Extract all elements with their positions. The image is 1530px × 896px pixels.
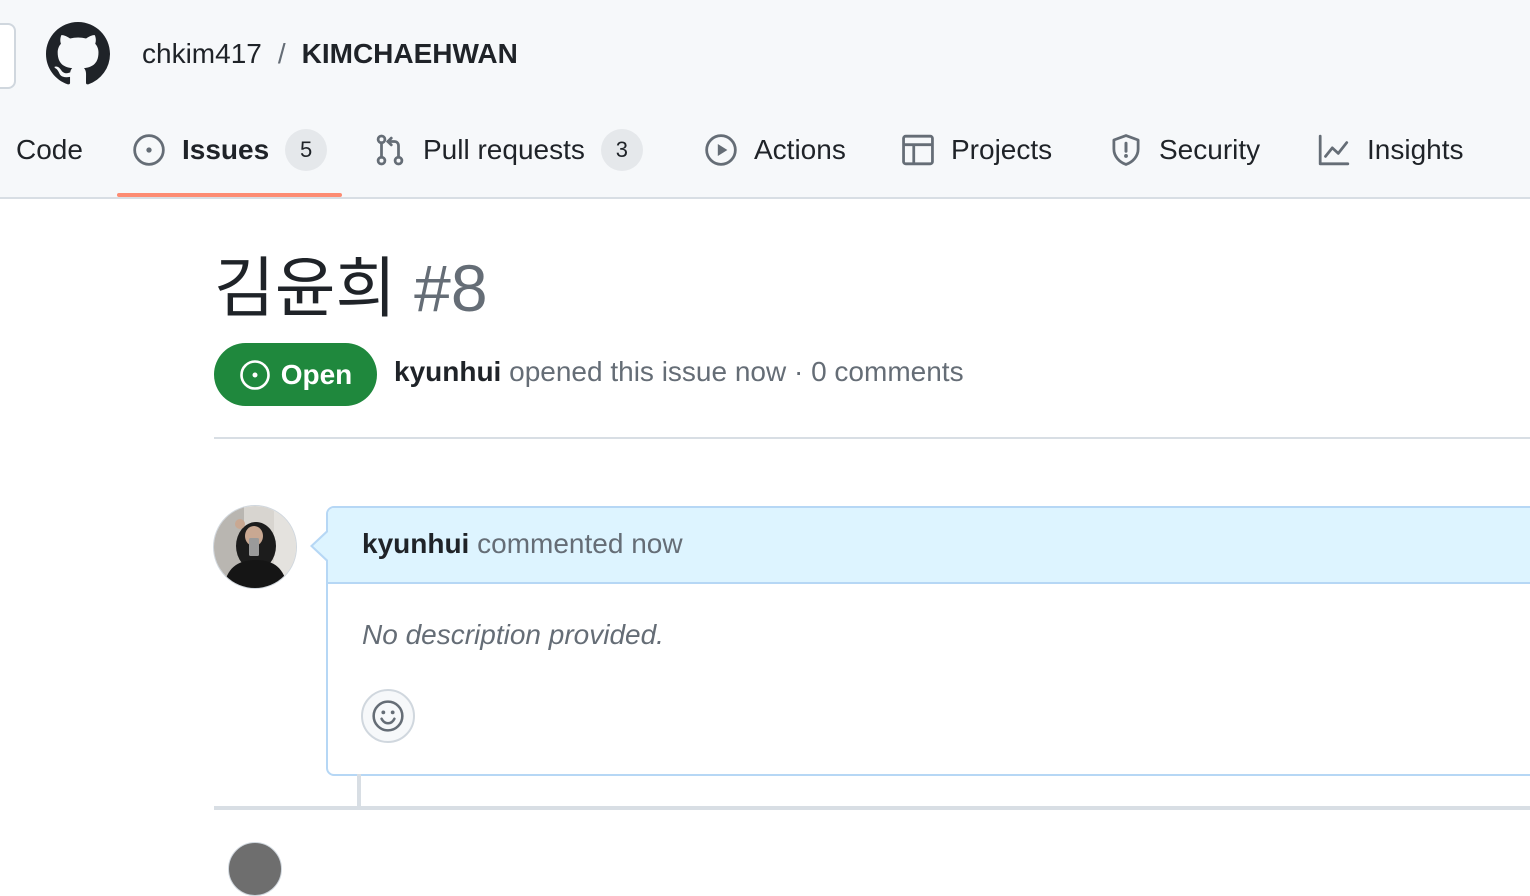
repo-name-link[interactable]: KIMCHAEHWAN <box>302 38 518 70</box>
tab-pull-requests-label: Pull requests <box>423 134 585 165</box>
comment-timestamp[interactable]: commented now <box>469 528 682 559</box>
pull-requests-count-badge: 3 <box>600 129 643 171</box>
table-icon <box>902 134 934 166</box>
git-pull-request-icon <box>376 134 404 166</box>
comment-body: No description provided. <box>362 619 664 650</box>
issue-number: #8 <box>414 251 488 325</box>
timeline-line <box>357 774 361 808</box>
comment-box: kyunhui commented now No description pro… <box>326 506 1530 776</box>
issues-count-badge: 5 <box>285 129 328 171</box>
tab-issues[interactable]: Issues 5 <box>132 125 328 175</box>
timeline-divider <box>214 806 1530 810</box>
comment-header: kyunhui commented now <box>328 508 1530 584</box>
issue-opened-icon <box>239 359 270 390</box>
comment-author-link[interactable]: kyunhui <box>362 528 469 559</box>
graph-icon <box>1318 134 1350 166</box>
issue-meta: kyunhui opened this issue now · 0 commen… <box>394 356 964 388</box>
issue-state-badge: Open <box>214 343 377 406</box>
sidebar-toggle-button[interactable] <box>0 23 16 89</box>
tab-projects[interactable]: Projects <box>901 125 1052 175</box>
issue-state-label: Open <box>280 358 353 390</box>
issue-title-text: 김윤희 <box>214 251 397 325</box>
tab-actions-label: Actions <box>754 134 846 165</box>
header-divider <box>214 437 1530 439</box>
tab-issues-label: Issues <box>182 134 270 165</box>
breadcrumb: chkim417 / KIMCHAEHWAN <box>142 36 518 72</box>
tab-security[interactable]: Security <box>1109 125 1260 175</box>
play-icon <box>705 134 737 166</box>
breadcrumb-separator: / <box>277 38 286 69</box>
repo-header: chkim417 / KIMCHAEHWAN Code Issues 5 Pul… <box>0 0 1530 199</box>
issue-title: 김윤희 #8 <box>214 248 488 328</box>
avatar[interactable] <box>228 842 282 896</box>
tab-projects-label: Projects <box>951 134 1053 165</box>
repo-owner-link[interactable]: chkim417 <box>142 38 262 70</box>
smiley-icon <box>372 700 404 732</box>
github-logo-icon[interactable] <box>46 22 110 86</box>
tab-pull-requests[interactable]: Pull requests 3 <box>373 125 643 175</box>
tab-code-label: Code <box>16 134 83 165</box>
issue-meta-text: opened this issue now · 0 comments <box>501 356 964 387</box>
comment-header-text: kyunhui commented now <box>362 528 683 560</box>
add-reaction-button[interactable] <box>361 689 415 743</box>
selected-tab-underline <box>117 193 342 197</box>
tab-actions[interactable]: Actions <box>704 125 846 175</box>
tab-security-label: Security <box>1159 134 1261 165</box>
comment-caret-fill <box>313 532 328 560</box>
tab-insights-label: Insights <box>1367 134 1464 165</box>
shield-icon <box>1112 134 1140 166</box>
tab-insights[interactable]: Insights <box>1317 125 1464 175</box>
issue-author-link[interactable]: kyunhui <box>394 356 501 387</box>
issue-opened-icon <box>133 134 165 166</box>
avatar[interactable] <box>213 505 297 589</box>
tab-code[interactable]: Code <box>16 125 83 175</box>
